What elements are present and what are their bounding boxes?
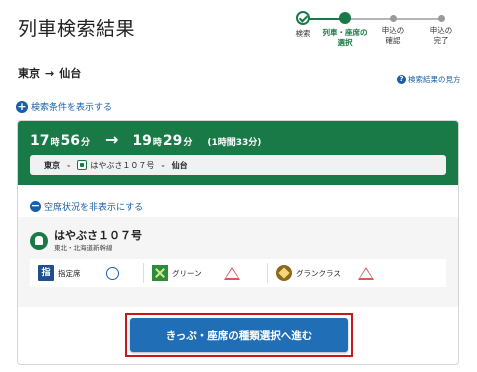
seat-class-list: 指 指定席 グリーン グランクラス (30, 259, 446, 287)
route-detail-to: 仙台 (171, 160, 188, 170)
plus-circle-icon: + (16, 99, 28, 113)
seat-class-green[interactable]: グリーン (152, 265, 267, 281)
hour-unit: 時 (152, 138, 162, 148)
seat-availability-panel: はやぶさ１０７号 東北・北海道新幹線 指 指定席 グリーン グランクラス (18, 217, 458, 307)
show-conditions-label: 検索条件を表示する (31, 103, 113, 113)
help-link[interactable]: ? 検索結果の見方 (397, 74, 461, 85)
current-step-dot (339, 12, 351, 24)
train-badge-icon (77, 160, 88, 170)
few-seats-triangle-icon (358, 266, 374, 280)
reserved-seat-icon: 指 (38, 265, 54, 281)
page-title: 列車検索結果 (18, 18, 136, 40)
help-link-label: 検索結果の見方 (408, 75, 461, 84)
step-confirm: 申込の 確認 (369, 11, 417, 46)
train-times: 17 時 56 分 → 19 時 29 分 (1時間33分) (30, 130, 261, 149)
train-info: はやぶさ１０７号 東北・北海道新幹線 (30, 229, 142, 253)
green-car-icon (152, 265, 168, 281)
seat-class-reserved[interactable]: 指 指定席 (38, 265, 143, 281)
hide-seat-availability-link[interactable]: − 空席状況を非表示にする (30, 200, 143, 213)
train-card-header: 17 時 56 分 → 19 時 29 分 (1時間33分) 東京 - はやぶさ１０７号 -… (18, 121, 458, 185)
show-conditions-link[interactable]: + 検索条件を表示する (16, 100, 112, 113)
hide-seat-availability-label: 空席状況を非表示にする (44, 203, 144, 213)
step-train-seat: 列車・座席の 選択 (321, 11, 369, 48)
train-line: 東北・北海道新幹線 (54, 244, 113, 253)
route-detail: 東京 - はやぶさ１０７号 - 仙台 (30, 155, 446, 175)
train-name: はやぶさ１０７号 (54, 229, 142, 242)
seat-class-label: グリーン (172, 268, 202, 278)
pending-step-dot (389, 15, 397, 22)
time-arrow: → (105, 130, 119, 149)
check-icon (296, 11, 310, 25)
route-detail-from: 東京 (44, 160, 60, 170)
step-search: 検索 (279, 11, 327, 39)
arrival-hour: 19 (132, 133, 152, 149)
route-summary: 東京 → 仙台 (18, 65, 81, 81)
step-label: 確認 (385, 36, 401, 46)
minute-unit: 分 (183, 138, 193, 148)
minus-circle-icon: − (30, 199, 41, 212)
available-circle-icon (106, 266, 119, 280)
step-complete: 申込の 完了 (417, 11, 465, 46)
duration: (1時間33分) (207, 138, 262, 148)
route-to: 仙台 (59, 67, 82, 80)
step-label: 列車・座席の (322, 28, 368, 37)
step-label: 申込の (429, 26, 453, 35)
hour-unit: 時 (50, 138, 60, 148)
train-icon (30, 232, 48, 251)
seat-class-gran[interactable]: グランクラス (276, 265, 386, 281)
departure-minute: 56 (60, 133, 80, 149)
divider (267, 263, 268, 283)
route-detail-train: はやぶさ１０７号 (90, 160, 155, 170)
departure-hour: 17 (30, 133, 50, 149)
step-label: 選択 (337, 38, 353, 48)
proceed-highlight: きっぷ・座席の種類選択へ進む (125, 313, 353, 357)
proceed-to-ticket-type-button[interactable]: きっぷ・座席の種類選択へ進む (130, 318, 348, 352)
step-label: 検索 (295, 29, 311, 38)
step-label: 完了 (433, 36, 449, 46)
seat-class-label: 指定席 (58, 268, 81, 278)
pending-step-dot (437, 15, 445, 22)
train-result-card: 17 時 56 分 → 19 時 29 分 (1時間33分) 東京 - はやぶさ１０７号 -… (17, 120, 459, 365)
arrival-minute: 29 (162, 133, 183, 149)
route-arrow: → (45, 67, 55, 80)
gran-class-icon (276, 265, 292, 281)
minute-unit: 分 (80, 138, 90, 148)
route-separator: - (161, 160, 165, 170)
question-icon: ? (397, 75, 406, 84)
seat-class-label: グランクラス (296, 268, 341, 278)
step-label: 申込の (381, 26, 405, 35)
route-separator: - (67, 160, 71, 170)
progress-stepper: 検索 列車・座席の 選択 申込の 確認 申込の 完了 (283, 11, 463, 51)
divider (143, 263, 144, 283)
route-from: 東京 (18, 67, 40, 80)
few-seats-triangle-icon (224, 266, 240, 280)
